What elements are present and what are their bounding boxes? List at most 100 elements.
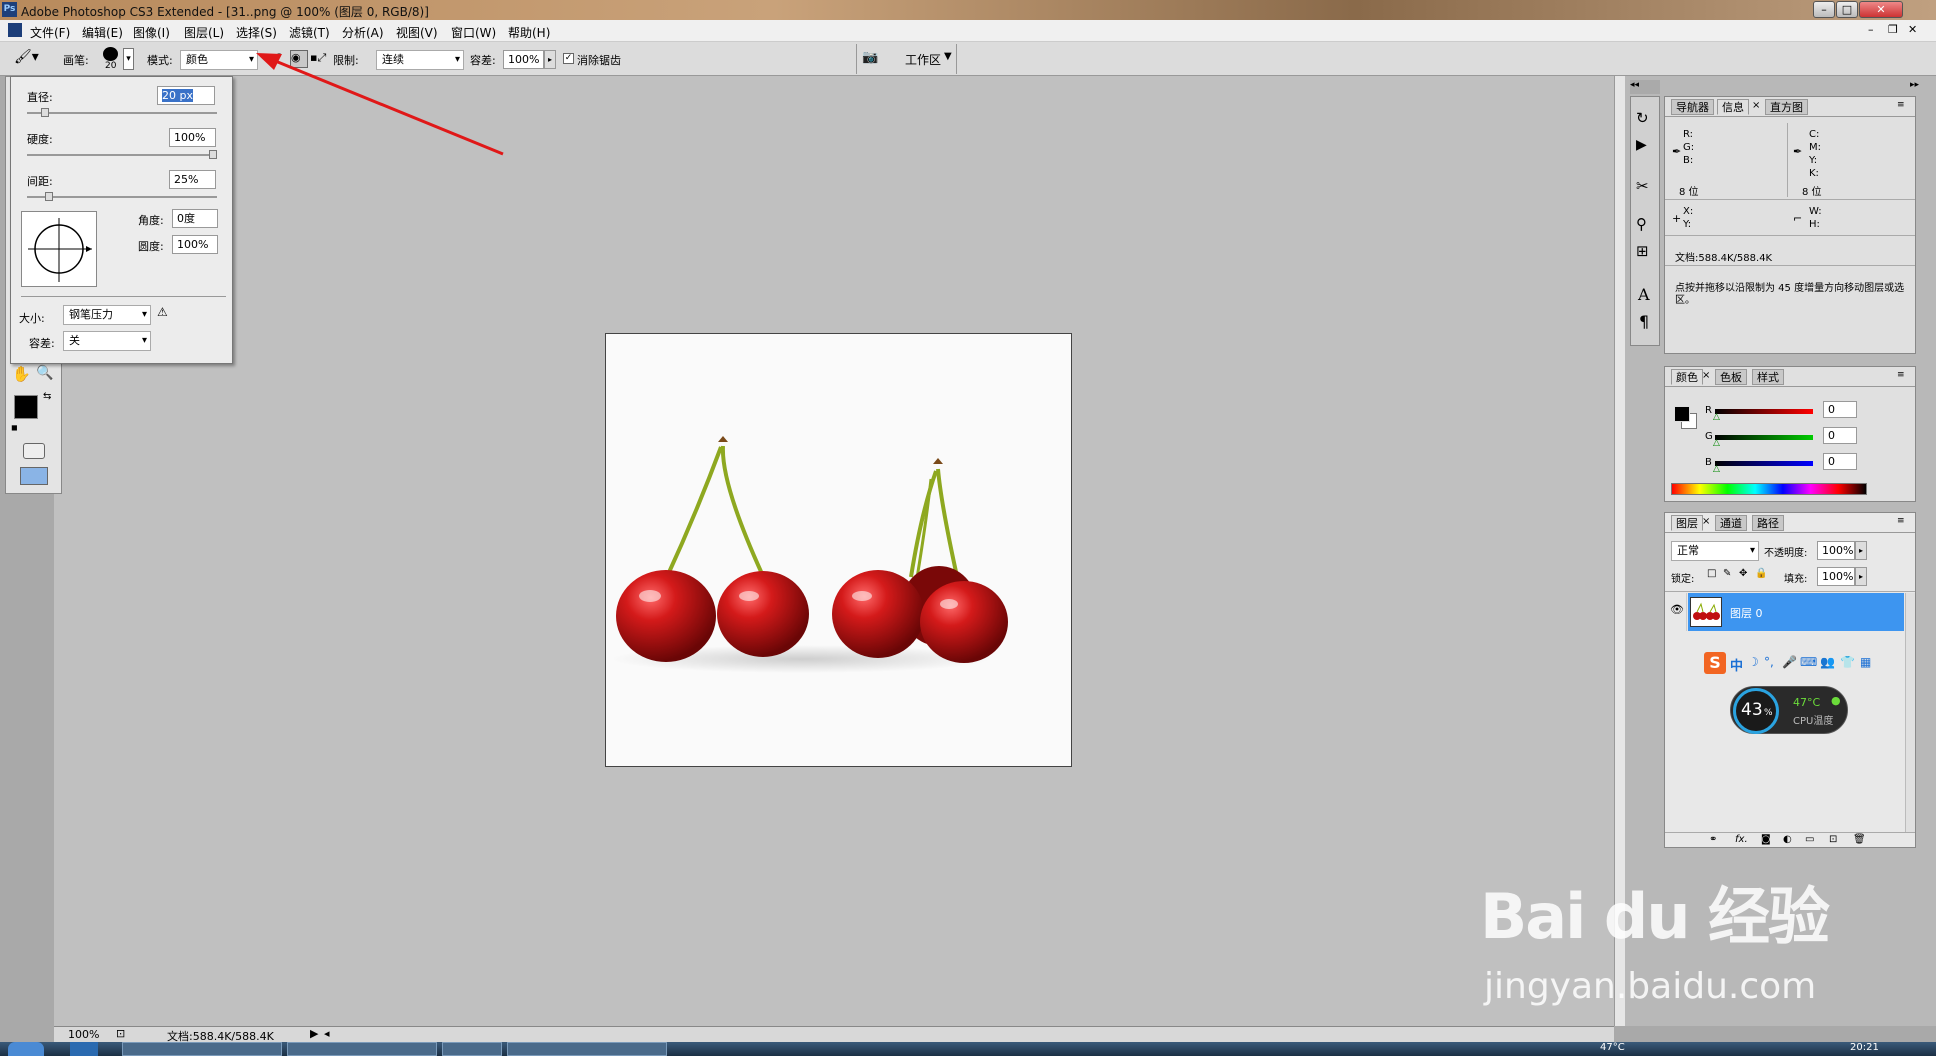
- fill-arrow-icon[interactable]: ▸: [1855, 567, 1867, 586]
- spacing-slider[interactable]: [27, 196, 217, 198]
- diameter-slider[interactable]: [27, 112, 217, 114]
- angle-input[interactable]: 0度: [172, 209, 218, 228]
- color-tab-close-icon[interactable]: ×: [1702, 370, 1710, 381]
- roundness-input[interactable]: 100%: [172, 235, 218, 254]
- tab-histogram[interactable]: 直方图: [1765, 99, 1808, 115]
- layers-panel-menu-icon[interactable]: ≡: [1897, 516, 1905, 526]
- tool-presets-icon[interactable]: ✂: [1636, 177, 1649, 195]
- diameter-slider-thumb[interactable]: [41, 108, 49, 117]
- menu-layer[interactable]: 图层(L): [184, 24, 224, 41]
- actions-icon[interactable]: ▶: [1636, 137, 1647, 153]
- color-replacement-tool-icon[interactable]: 🖌▾: [14, 49, 48, 69]
- new-layer-icon[interactable]: ⊡: [1829, 834, 1837, 845]
- ime-user-icon[interactable]: 👥: [1820, 655, 1835, 669]
- tab-swatches[interactable]: 色板: [1715, 369, 1747, 385]
- menu-filter[interactable]: 滤镜(T): [289, 24, 330, 41]
- dock-collapse-icon[interactable]: ◂◂: [1630, 80, 1660, 94]
- menu-analysis[interactable]: 分析(A): [342, 24, 384, 41]
- taskbar-item[interactable]: [122, 1042, 282, 1056]
- status-menu-arrow-icon[interactable]: ▶: [310, 1027, 318, 1040]
- layer-mask-icon[interactable]: ◙: [1761, 834, 1771, 845]
- menu-select[interactable]: 选择(S): [236, 24, 277, 41]
- panel-menu-icon[interactable]: ≡: [1897, 100, 1905, 110]
- layers-scrollbar[interactable]: [1905, 593, 1915, 833]
- hardness-input[interactable]: 100%: [169, 128, 216, 147]
- color-b-slider[interactable]: [1715, 461, 1813, 466]
- color-panel-menu-icon[interactable]: ≡: [1897, 370, 1905, 380]
- menu-file[interactable]: 文件(F): [30, 24, 70, 41]
- layer-style-icon[interactable]: fx.: [1735, 834, 1748, 845]
- tab-navigator[interactable]: 导航器: [1671, 99, 1714, 115]
- clone-source-icon[interactable]: ⊞: [1636, 242, 1649, 260]
- info-tab-close-icon[interactable]: ×: [1752, 100, 1760, 111]
- screen-mode-icon[interactable]: [20, 467, 48, 485]
- link-layers-icon[interactable]: ⚭: [1709, 834, 1717, 845]
- adjustment-layer-icon[interactable]: ◐: [1783, 834, 1792, 845]
- color-r-slider[interactable]: [1715, 409, 1813, 414]
- workspace-button[interactable]: 工作区: [905, 51, 941, 68]
- tolerance-control-select[interactable]: 关: [63, 331, 151, 351]
- brush-tip-preview[interactable]: [21, 211, 97, 287]
- new-group-icon[interactable]: ▭: [1805, 834, 1814, 845]
- tab-channels[interactable]: 通道: [1715, 515, 1747, 531]
- swap-colors-icon[interactable]: ⇆: [43, 391, 51, 402]
- color-fg-swatch[interactable]: [1674, 406, 1690, 422]
- taskbar-item-photoshop[interactable]: [287, 1042, 437, 1056]
- bridge-icon[interactable]: 📷: [862, 50, 884, 68]
- layer-row[interactable]: 图层 0: [1688, 593, 1904, 631]
- tab-info[interactable]: 信息: [1717, 99, 1749, 115]
- zoom-tool-icon[interactable]: 🔍: [36, 365, 53, 381]
- ime-grid-icon[interactable]: ▦: [1860, 655, 1871, 669]
- color-spectrum-ramp[interactable]: [1671, 483, 1867, 495]
- tab-styles[interactable]: 样式: [1752, 369, 1784, 385]
- paragraph-icon[interactable]: ¶: [1639, 312, 1649, 331]
- ime-voice-icon[interactable]: 🎤: [1782, 655, 1797, 669]
- brush-preview-dot[interactable]: [103, 47, 118, 61]
- cpu-widget[interactable]: 43 % 47°C ● CPU温度: [1730, 686, 1848, 734]
- ime-chinese-mode[interactable]: 中: [1730, 655, 1743, 674]
- color-g-slider[interactable]: [1715, 435, 1813, 440]
- menu-window[interactable]: 窗口(W): [451, 24, 496, 41]
- brushes-icon[interactable]: ⚲: [1636, 215, 1647, 233]
- scroll-left-arrow-icon[interactable]: ◂: [324, 1027, 330, 1040]
- minimize-button[interactable]: –: [1813, 1, 1835, 18]
- default-colors-icon[interactable]: ◼: [11, 423, 18, 432]
- status-icon[interactable]: ⊡: [116, 1027, 125, 1040]
- color-r-thumb-icon[interactable]: △: [1713, 412, 1720, 422]
- sogou-logo-icon[interactable]: S: [1704, 652, 1726, 674]
- color-b-thumb-icon[interactable]: △: [1713, 464, 1720, 474]
- blend-mode-select[interactable]: 正常: [1671, 541, 1759, 561]
- menu-view[interactable]: 视图(V): [396, 24, 438, 41]
- hand-tool-icon[interactable]: ✋: [12, 365, 31, 383]
- doc-restore-icon[interactable]: ❐: [1888, 23, 1898, 36]
- hardness-slider-thumb[interactable]: [209, 150, 217, 159]
- layer-name[interactable]: 图层 0: [1730, 605, 1763, 621]
- ime-keyboard-icon[interactable]: ⌨: [1800, 655, 1817, 669]
- zoom-level[interactable]: 100%: [68, 1028, 99, 1041]
- tab-color[interactable]: 颜色: [1671, 369, 1703, 385]
- ie-taskbar-icon[interactable]: [70, 1042, 98, 1056]
- delete-layer-icon[interactable]: 🗑: [1853, 834, 1866, 845]
- lock-transparency-icon[interactable]: □: [1707, 568, 1716, 579]
- panel-expand-icon[interactable]: ▸▸: [1910, 80, 1919, 90]
- brush-picker-chevron-icon[interactable]: ▾: [123, 48, 134, 70]
- opacity-arrow-icon[interactable]: ▸: [1855, 541, 1867, 560]
- doc-close-icon[interactable]: ✕: [1908, 23, 1917, 36]
- document-image[interactable]: [605, 333, 1072, 767]
- taskbar-item[interactable]: [442, 1042, 502, 1056]
- foreground-color-swatch[interactable]: [14, 395, 38, 419]
- character-icon[interactable]: A: [1638, 285, 1650, 304]
- menu-edit[interactable]: 编辑(E): [82, 24, 123, 41]
- tab-paths[interactable]: 路径: [1752, 515, 1784, 531]
- fill-input[interactable]: 100%: [1817, 567, 1855, 586]
- size-control-select[interactable]: 钢笔压力: [63, 305, 151, 325]
- layers-tab-close-icon[interactable]: ×: [1702, 516, 1710, 527]
- workspace-chevron-icon[interactable]: ▼: [944, 51, 952, 62]
- lock-all-icon[interactable]: 🔒: [1755, 568, 1767, 579]
- lock-pixels-icon[interactable]: ✎: [1723, 568, 1731, 579]
- color-b-input[interactable]: 0: [1823, 453, 1857, 470]
- doc-minimize-icon[interactable]: –: [1868, 23, 1874, 36]
- opacity-input[interactable]: 100%: [1817, 541, 1855, 560]
- layer-visibility-toggle[interactable]: 👁: [1667, 593, 1687, 631]
- quick-mask-icon[interactable]: [23, 443, 45, 459]
